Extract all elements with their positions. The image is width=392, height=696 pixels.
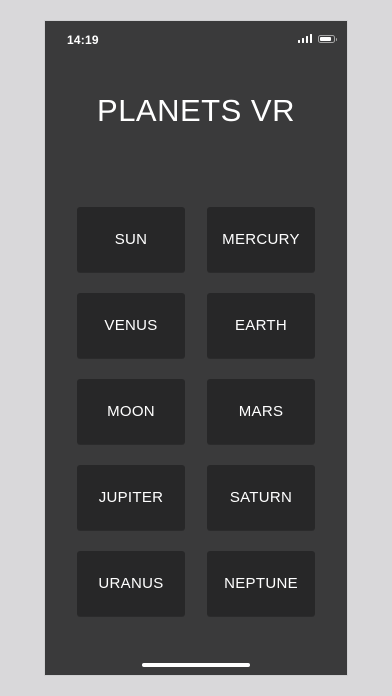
planet-button-neptune[interactable]: NEPTUNE xyxy=(207,551,315,616)
planet-button-mars[interactable]: MARS xyxy=(207,379,315,444)
status-bar: 14:19 xyxy=(45,21,347,59)
status-icons xyxy=(297,34,337,43)
app-title: PLANETS VR xyxy=(97,93,295,128)
signal-icon xyxy=(297,34,312,43)
planet-button-moon[interactable]: MOON xyxy=(77,379,185,444)
home-indicator[interactable] xyxy=(142,663,250,667)
phone-screen: 14:19 PLANETS VR SUN MERCURY VENUS EARTH… xyxy=(45,21,347,675)
planet-button-jupiter[interactable]: JUPITER xyxy=(77,465,185,530)
planet-button-saturn[interactable]: SATURN xyxy=(207,465,315,530)
planet-grid: SUN MERCURY VENUS EARTH MOON MARS JUPITE… xyxy=(77,207,315,616)
planet-button-earth[interactable]: EARTH xyxy=(207,293,315,358)
status-time: 14:19 xyxy=(67,33,99,47)
battery-icon xyxy=(318,34,337,43)
planet-button-sun[interactable]: SUN xyxy=(77,207,185,272)
planet-button-uranus[interactable]: URANUS xyxy=(77,551,185,616)
planet-button-venus[interactable]: VENUS xyxy=(77,293,185,358)
planet-button-mercury[interactable]: MERCURY xyxy=(207,207,315,272)
